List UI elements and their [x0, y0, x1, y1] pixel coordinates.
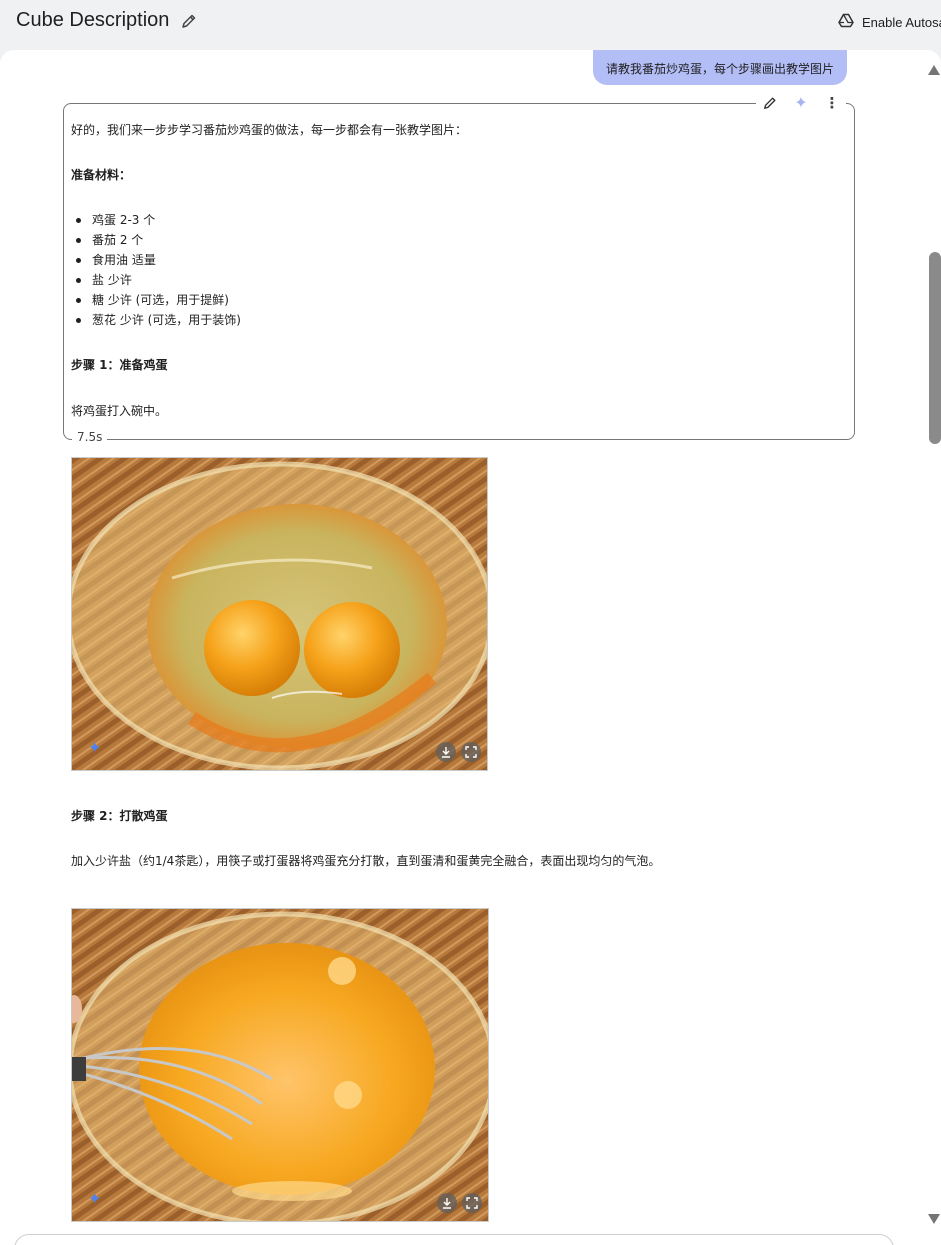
gemini-sparkle-icon: ✦: [88, 1189, 102, 1208]
step2-text: 加入少许盐（约1/4茶匙），用筷子或打蛋器将鸡蛋充分打散，直到蛋清和蛋黄完全融合…: [71, 854, 661, 868]
drive-icon: [838, 13, 854, 31]
fullscreen-icon[interactable]: [462, 1193, 482, 1213]
scroll-down-arrow[interactable]: [928, 1214, 940, 1224]
bullet-icon: [76, 258, 81, 263]
bullet-icon: [76, 218, 81, 223]
bullet-icon: [76, 238, 81, 243]
user-message-text: 请教我番茄炒鸡蛋，每个步骤画出教学图片: [605, 62, 834, 76]
step1-text: 将鸡蛋打入碗中。: [71, 404, 168, 418]
page-title: Cube Description: [16, 9, 170, 31]
pencil-icon[interactable]: [760, 94, 780, 112]
ingredient-item: 葱花 少许 (可选，用于装饰): [92, 313, 241, 327]
elapsed-time: 7.5s: [72, 430, 108, 444]
ingredient-item: 鸡蛋 2-3 个: [92, 213, 156, 227]
gemini-sparkle-icon: ✦: [88, 738, 102, 757]
autosave-label: Enable Autosa: [862, 14, 941, 30]
step2-heading: 步骤 2：打散鸡蛋: [71, 809, 168, 823]
response-intro: 好的，我们来一步步学习番茄炒鸡蛋的做法，每一步都会有一张教学图片：: [71, 123, 468, 137]
prompt-input[interactable]: [14, 1234, 894, 1245]
generated-image-whisked-eggs[interactable]: ✦: [71, 908, 489, 1222]
response-toolbar: ✦ ⋮: [756, 94, 846, 112]
ingredient-item: 糖 少许 (可选，用于提鲜): [92, 293, 229, 307]
more-vert-icon[interactable]: ⋮: [822, 94, 842, 112]
response-box: [63, 103, 855, 440]
download-icon[interactable]: [436, 742, 456, 762]
download-icon[interactable]: [437, 1193, 457, 1213]
scrollbar-thumb[interactable]: [929, 252, 941, 444]
user-message-bubble: 请教我番茄炒鸡蛋，每个步骤画出教学图片: [593, 50, 847, 85]
sparkle-icon[interactable]: ✦: [791, 94, 811, 112]
bullet-icon: [76, 318, 81, 323]
pencil-icon[interactable]: [181, 13, 197, 29]
ingredient-item: 番茄 2 个: [92, 233, 144, 247]
bullet-icon: [76, 278, 81, 283]
top-bar: Cube Description Enable Autosa: [0, 0, 941, 48]
generated-image-eggs-in-bowl[interactable]: ✦: [71, 457, 488, 771]
enable-autosave-button[interactable]: Enable Autosa: [838, 13, 941, 31]
chat-panel: 请教我番茄炒鸡蛋，每个步骤画出教学图片 ✦ ⋮ 好的，我们来一步步学习番茄炒鸡蛋…: [0, 50, 941, 1245]
ingredient-item: 盐 少许: [92, 273, 132, 287]
ingredient-item: 食用油 适量: [92, 253, 156, 267]
fullscreen-icon[interactable]: [461, 742, 481, 762]
bullet-icon: [76, 298, 81, 303]
step1-heading: 步骤 1：准备鸡蛋: [71, 358, 168, 372]
scroll-up-arrow[interactable]: [928, 65, 940, 75]
ingredients-heading: 准备材料：: [71, 168, 132, 182]
